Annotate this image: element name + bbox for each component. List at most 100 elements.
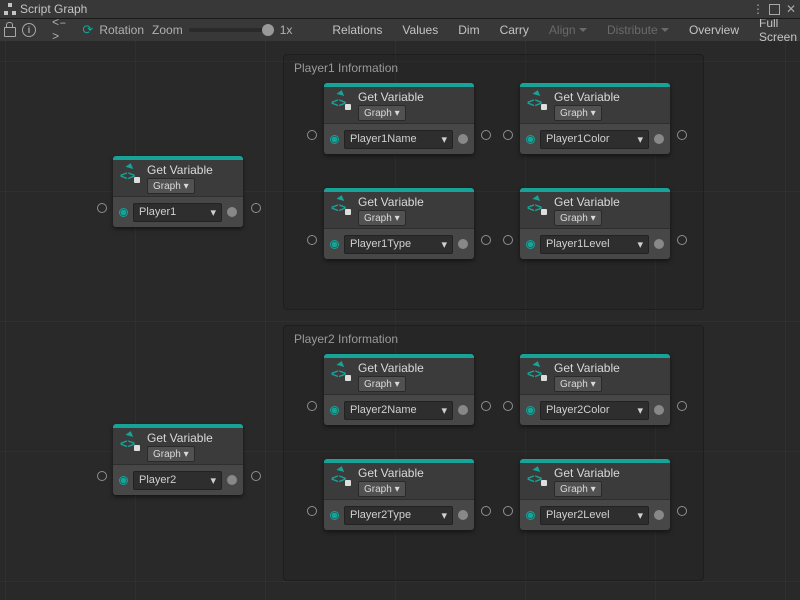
ext-port[interactable] <box>307 506 317 516</box>
input-port[interactable] <box>526 511 535 520</box>
node-get-variable[interactable]: <>Get VariableGraph ▾ Player2Level▾ <box>520 459 670 530</box>
scope-dropdown[interactable]: Graph ▾ <box>147 178 195 194</box>
ext-port[interactable] <box>307 130 317 140</box>
scope-dropdown[interactable]: Graph ▾ <box>554 105 602 121</box>
variable-field[interactable]: Player1▾ <box>133 203 222 222</box>
get-variable-icon: <> <box>330 466 352 488</box>
graph-canvas[interactable]: Player1 Information Player2 Information … <box>0 41 800 600</box>
ext-port[interactable] <box>677 506 687 516</box>
ext-port[interactable] <box>677 130 687 140</box>
variable-field[interactable]: Player2Level▾ <box>540 506 649 525</box>
scope-dropdown[interactable]: Graph ▾ <box>358 376 406 392</box>
input-port[interactable] <box>119 208 128 217</box>
input-port[interactable] <box>330 406 339 415</box>
toolbar: i <‒> ⟳ Rotation Zoom 1x Relations Value… <box>0 19 800 42</box>
values-button[interactable]: Values <box>396 21 444 39</box>
zoom-slider[interactable] <box>189 28 274 32</box>
rotation-icon: ⟳ <box>82 22 93 38</box>
input-port[interactable] <box>330 511 339 520</box>
chevron-down-icon <box>579 28 587 32</box>
fullscreen-button[interactable]: Full Screen <box>753 21 800 39</box>
carry-button[interactable]: Carry <box>494 21 535 39</box>
variable-field[interactable]: Player2Color▾ <box>540 401 649 420</box>
variable-field[interactable]: Player2▾ <box>133 471 222 490</box>
node-get-variable[interactable]: <>Get VariableGraph ▾ Player2Color▾ <box>520 354 670 425</box>
input-port[interactable] <box>330 135 339 144</box>
zoom-value: 1x <box>280 23 293 37</box>
scope-dropdown[interactable]: Graph ▾ <box>358 105 406 121</box>
node-get-variable[interactable]: <> Get VariableGraph ▾ Player1▾ <box>113 156 243 227</box>
output-port[interactable] <box>227 475 237 485</box>
relations-button[interactable]: Relations <box>326 21 388 39</box>
variable-field[interactable]: Player1Level▾ <box>540 235 649 254</box>
scope-dropdown[interactable]: Graph ▾ <box>358 210 406 226</box>
get-variable-icon: <> <box>330 361 352 383</box>
ext-port[interactable] <box>503 401 513 411</box>
overview-button[interactable]: Overview <box>683 21 745 39</box>
close-icon[interactable]: ✕ <box>786 2 796 16</box>
ext-port[interactable] <box>503 235 513 245</box>
get-variable-icon: <> <box>330 90 352 112</box>
ext-port[interactable] <box>503 130 513 140</box>
embed-icon[interactable]: <‒> <box>52 16 66 44</box>
ext-port[interactable] <box>481 235 491 245</box>
input-port[interactable] <box>526 135 535 144</box>
distribute-button[interactable]: Distribute <box>601 21 675 39</box>
node-get-variable[interactable]: <>Get VariableGraph ▾ Player2Name▾ <box>324 354 474 425</box>
output-port[interactable] <box>458 405 468 415</box>
ext-port[interactable] <box>307 401 317 411</box>
variable-field[interactable]: Player1Type▾ <box>344 235 453 254</box>
node-get-variable[interactable]: <>Get VariableGraph ▾ Player2Type▾ <box>324 459 474 530</box>
variable-field[interactable]: Player1Name▾ <box>344 130 453 149</box>
output-port[interactable] <box>654 134 664 144</box>
rotation-label: Rotation <box>99 23 144 37</box>
input-port[interactable] <box>526 240 535 249</box>
input-port[interactable] <box>330 240 339 249</box>
node-get-variable[interactable]: <>Get VariableGraph ▾ Player1Type▾ <box>324 188 474 259</box>
window-title: Script Graph <box>20 2 87 16</box>
variable-field[interactable]: Player1Color▾ <box>540 130 649 149</box>
get-variable-icon: <> <box>330 195 352 217</box>
node-get-variable[interactable]: <>Get VariableGraph ▾ Player1Level▾ <box>520 188 670 259</box>
get-variable-icon: <> <box>526 466 548 488</box>
node-get-variable[interactable]: <> Get VariableGraph ▾ Player2▾ <box>113 424 243 495</box>
input-port[interactable] <box>526 406 535 415</box>
hierarchy-icon <box>4 3 16 15</box>
scope-dropdown[interactable]: Graph ▾ <box>358 481 406 497</box>
ext-port[interactable] <box>481 401 491 411</box>
align-button[interactable]: Align <box>543 21 593 39</box>
ext-port[interactable] <box>97 203 107 213</box>
ext-port[interactable] <box>503 506 513 516</box>
variable-field[interactable]: Player2Name▾ <box>344 401 453 420</box>
ext-port[interactable] <box>97 471 107 481</box>
ext-port[interactable] <box>481 130 491 140</box>
input-port[interactable] <box>119 476 128 485</box>
ext-port[interactable] <box>251 203 261 213</box>
ext-port[interactable] <box>307 235 317 245</box>
ext-port[interactable] <box>677 401 687 411</box>
info-icon[interactable]: i <box>22 23 36 37</box>
lock-icon[interactable] <box>4 27 16 37</box>
scope-dropdown[interactable]: Graph ▾ <box>554 376 602 392</box>
scope-dropdown[interactable]: Graph ▾ <box>554 210 602 226</box>
node-get-variable[interactable]: <>Get VariableGraph ▾ Player1Name▾ <box>324 83 474 154</box>
maximize-icon[interactable] <box>769 4 780 15</box>
output-port[interactable] <box>458 510 468 520</box>
get-variable-icon: <> <box>526 361 548 383</box>
scope-dropdown[interactable]: Graph ▾ <box>147 446 195 462</box>
scope-dropdown[interactable]: Graph ▾ <box>554 481 602 497</box>
node-get-variable[interactable]: <>Get VariableGraph ▾ Player1Color▾ <box>520 83 670 154</box>
kebab-icon[interactable]: ⋮ <box>752 2 763 16</box>
ext-port[interactable] <box>677 235 687 245</box>
variable-field[interactable]: Player2Type▾ <box>344 506 453 525</box>
output-port[interactable] <box>654 510 664 520</box>
output-port[interactable] <box>227 207 237 217</box>
output-port[interactable] <box>458 239 468 249</box>
output-port[interactable] <box>654 239 664 249</box>
ext-port[interactable] <box>251 471 261 481</box>
ext-port[interactable] <box>481 506 491 516</box>
output-port[interactable] <box>654 405 664 415</box>
output-port[interactable] <box>458 134 468 144</box>
title-bar: Script Graph ⋮ ✕ <box>0 0 800 19</box>
dim-button[interactable]: Dim <box>452 21 485 39</box>
